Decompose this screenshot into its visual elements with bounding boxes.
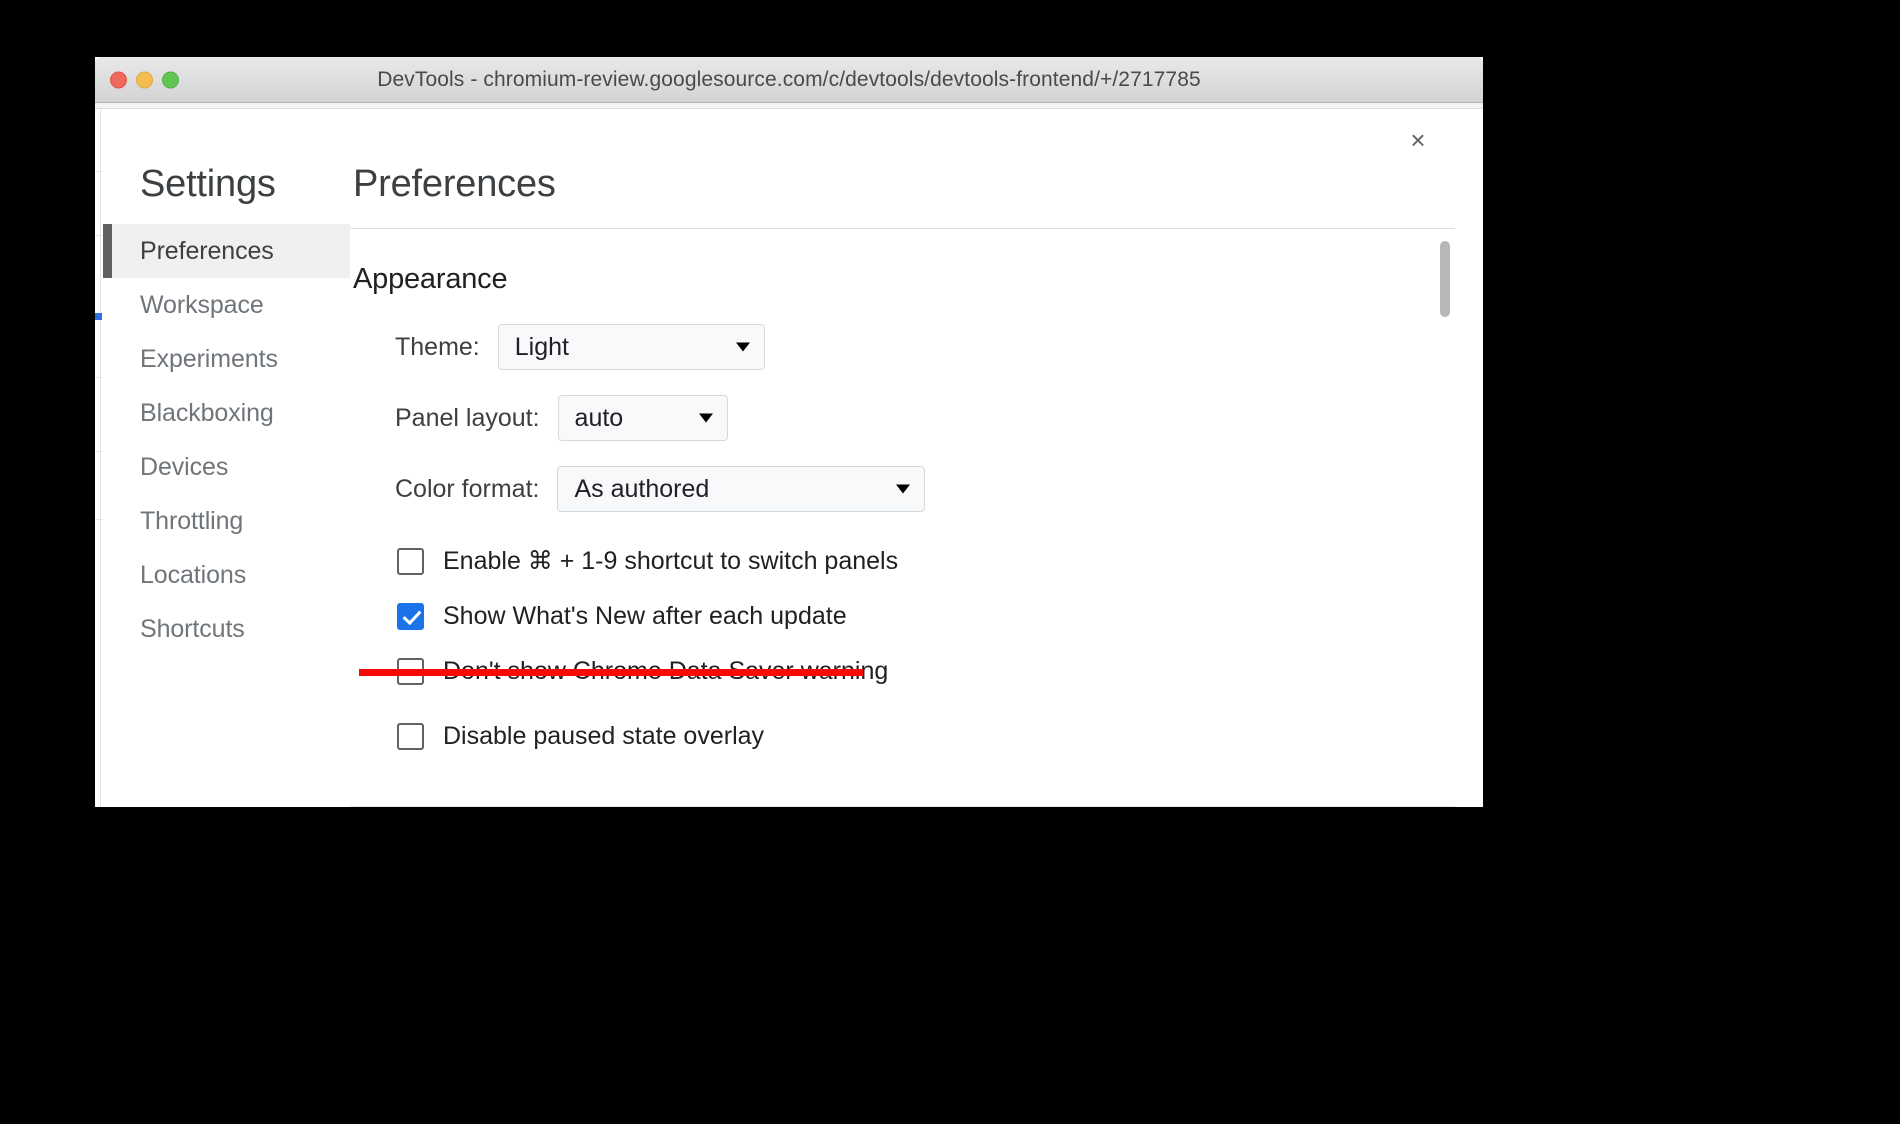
content-scroll-region: Appearance Theme: Light Panel layout: au… <box>350 228 1455 807</box>
content-scrollbar[interactable] <box>1439 229 1451 806</box>
checkbox-switch-panels[interactable] <box>397 547 424 575</box>
os-window: DevTools - chromium-review.googlesource.… <box>95 57 1483 807</box>
sidebar-item-label: Shortcuts <box>140 614 245 643</box>
checkbox-label-data-saver-warning: Don't show Chrome Data Saver warning <box>443 657 889 685</box>
panel-layout-select[interactable]: auto <box>557 395 728 441</box>
theme-select-value: Light <box>514 332 569 361</box>
setting-row-color-format: Color format: As authored <box>353 466 1455 512</box>
dialog-topbar: × <box>103 109 1455 161</box>
color-format-select-value: As authored <box>574 474 710 503</box>
setting-row-theme: Theme: Light <box>353 324 1455 370</box>
settings-dialog: × Settings Preferences Workspace Experim… <box>103 109 1455 807</box>
sidebar-item-label: Experiments <box>140 344 278 373</box>
checkbox-data-saver-warning[interactable] <box>397 658 424 685</box>
checkbox-label-switch-panels: Enable ⌘ + 1-9 shortcut to switch panels <box>443 547 899 575</box>
window-close-icon[interactable] <box>110 71 127 88</box>
window-titlebar: DevTools - chromium-review.googlesource.… <box>95 57 1483 103</box>
sidebar-item-blackboxing[interactable]: Blackboxing <box>103 386 350 440</box>
window-minimize-icon[interactable] <box>136 71 153 88</box>
sidebar-item-label: Preferences <box>140 236 274 265</box>
sidebar-item-label: Workspace <box>140 290 264 319</box>
chevron-down-icon <box>698 413 713 423</box>
scrollbar-thumb[interactable] <box>1440 241 1450 317</box>
close-icon[interactable]: × <box>1403 125 1433 155</box>
page-title: Preferences <box>353 163 556 205</box>
color-format-select[interactable]: As authored <box>557 466 926 512</box>
sidebar-item-experiments[interactable]: Experiments <box>103 332 350 386</box>
checkbox-row-whats-new[interactable]: Show What's New after each update <box>353 602 1455 631</box>
checkbox-row-data-saver-warning[interactable]: Don't show Chrome Data Saver warning <box>353 657 1455 686</box>
preferences-panel: Appearance Theme: Light Panel layout: au… <box>350 229 1455 806</box>
sidebar-item-locations[interactable]: Locations <box>103 548 350 602</box>
ghost-divider <box>100 109 101 807</box>
checkbox-label-paused-overlay: Disable paused state overlay <box>443 722 765 750</box>
sidebar-item-throttling[interactable]: Throttling <box>103 494 350 548</box>
chevron-down-icon <box>896 484 911 494</box>
settings-content: Preferences Appearance Theme: Light Pane… <box>350 161 1455 807</box>
sidebar-item-devices[interactable]: Devices <box>103 440 350 494</box>
sidebar-item-label: Locations <box>140 560 247 589</box>
screen-backdrop: DevTools - chromium-review.googlesource.… <box>0 0 1900 1124</box>
checkbox-row-paused-overlay[interactable]: Disable paused state overlay <box>353 722 1455 751</box>
sidebar-item-label: Blackboxing <box>140 398 274 427</box>
dialog-body: Settings Preferences Workspace Experimen… <box>103 161 1455 807</box>
ghost-marker <box>95 313 102 320</box>
settings-sidebar: Settings Preferences Workspace Experimen… <box>103 161 350 807</box>
sidebar-item-label: Throttling <box>140 506 244 535</box>
sidebar-title: Settings <box>140 163 276 205</box>
theme-label: Theme: <box>395 332 480 361</box>
checkbox-label-whats-new: Show What's New after each update <box>443 602 847 630</box>
setting-row-panel-layout: Panel layout: auto <box>353 395 1455 441</box>
color-format-label: Color format: <box>395 474 540 503</box>
checkbox-paused-overlay[interactable] <box>397 723 424 750</box>
sidebar-item-workspace[interactable]: Workspace <box>103 278 350 332</box>
page-body: × Settings Preferences Workspace Experim… <box>95 109 1483 807</box>
window-title: DevTools - chromium-review.googlesource.… <box>377 67 1201 91</box>
sidebar-item-preferences[interactable]: Preferences <box>103 224 350 278</box>
panel-layout-label: Panel layout: <box>395 403 540 432</box>
checkbox-whats-new[interactable] <box>397 603 424 630</box>
sidebar-item-shortcuts[interactable]: Shortcuts <box>103 602 350 656</box>
window-zoom-icon[interactable] <box>162 71 179 88</box>
traffic-lights <box>110 71 179 88</box>
section-title-appearance: Appearance <box>353 263 508 295</box>
theme-select[interactable]: Light <box>497 324 765 370</box>
sidebar-item-label: Devices <box>140 452 229 481</box>
panel-layout-select-value: auto <box>574 403 624 432</box>
checkbox-row-switch-panels[interactable]: Enable ⌘ + 1-9 shortcut to switch panels <box>353 546 1455 576</box>
chevron-down-icon <box>735 342 750 352</box>
